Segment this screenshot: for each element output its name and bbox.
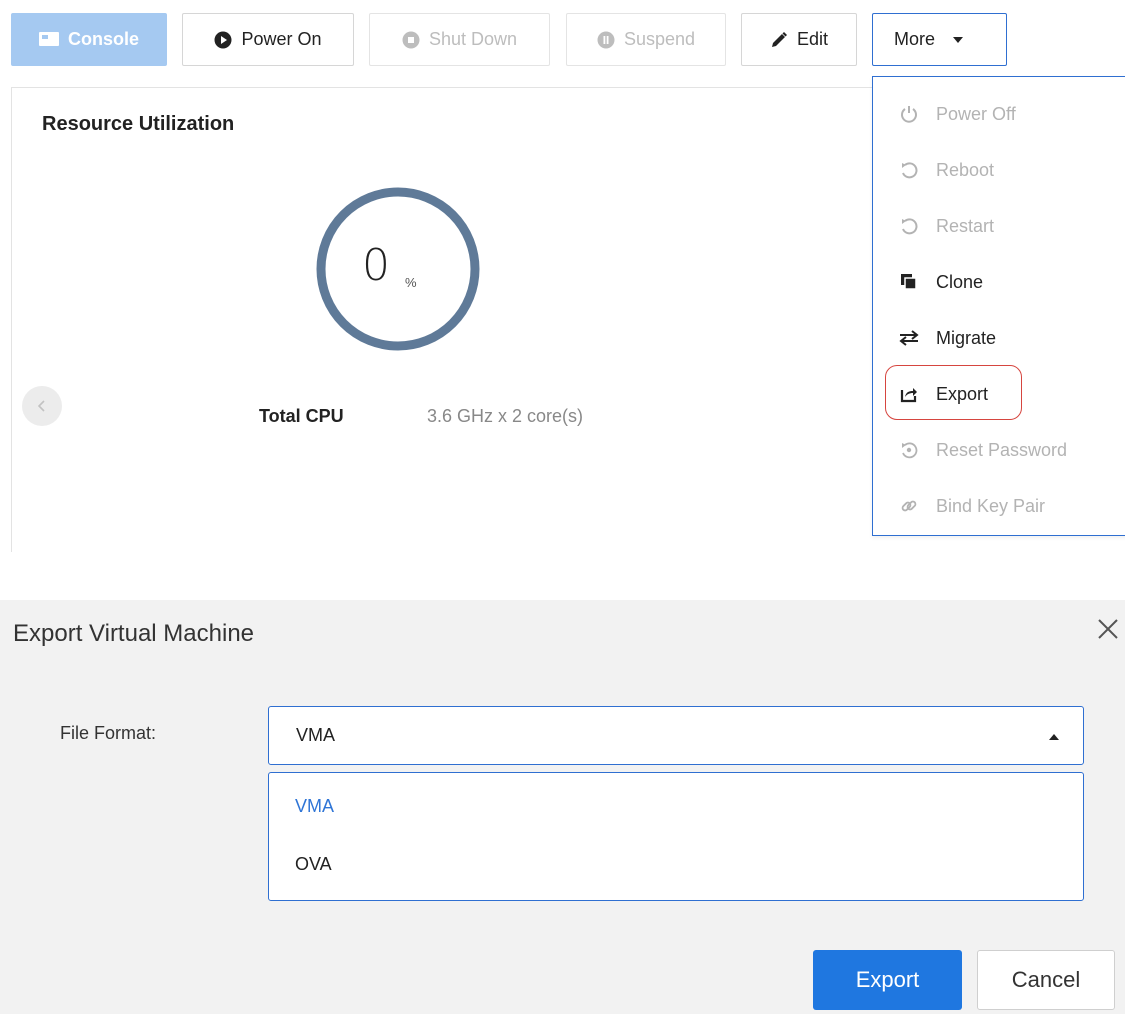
total-cpu-label: Total CPU [259,406,344,426]
monitor-icon [38,31,59,48]
menu-item-label: Bind Key Pair [936,495,1046,516]
total-cpu-value: 3.6 GHz x 2 core(s) [427,406,584,426]
menu-item-label: Power Off [936,103,1016,124]
console-label: Console [67,29,139,49]
menu-item-label: Clone [936,271,984,292]
stop-circle-icon [402,31,420,49]
cpu-gauge [314,185,482,353]
console-button[interactable]: Console [11,13,167,66]
power-on-label: Power On [241,29,322,49]
file-format-options: VMA OVA [268,772,1084,901]
more-label: More [894,29,936,49]
clone-icon [898,273,920,291]
menu-item-label: Restart [936,215,995,236]
option-vma[interactable]: VMA [295,796,334,817]
reboot-icon [898,161,920,179]
shut-down-label: Shut Down [428,29,518,49]
menu-item-power-off[interactable]: Power Off [873,94,1016,134]
suspend-label: Suspend [623,29,696,49]
caret-down-icon [953,36,964,43]
close-icon [1097,618,1119,640]
suspend-button[interactable]: Suspend [566,13,726,66]
file-format-select[interactable]: VMA [268,706,1084,765]
cpu-percent-unit: % [405,275,417,290]
previous-arrow-button[interactable] [22,386,62,426]
power-icon [898,105,920,123]
play-circle-icon [214,31,232,49]
menu-item-label: Reset Password [936,439,1068,460]
shut-down-button[interactable]: Shut Down [369,13,550,66]
edit-button[interactable]: Edit [741,13,857,66]
edit-label: Edit [796,29,829,49]
menu-item-migrate[interactable]: Migrate [873,318,996,358]
file-format-selected-value: VMA [296,725,336,745]
link-icon [898,497,920,515]
close-button[interactable] [1097,618,1119,640]
more-dropdown-button[interactable]: More [872,13,1007,66]
export-highlight-annotation [885,365,1022,420]
chevron-left-icon [38,400,46,412]
option-ova[interactable]: OVA [295,854,332,875]
cancel-button[interactable]: Cancel [977,950,1115,1010]
restart-icon [898,217,920,235]
dialog-title: Export Virtual Machine [13,620,255,647]
menu-item-restart[interactable]: Restart [873,206,994,246]
menu-item-label: Migrate [936,327,997,348]
menu-item-label: Reboot [936,159,995,180]
cpu-percent-value: 0 [362,240,390,291]
migrate-icon [898,330,920,346]
caret-up-icon [1049,734,1059,740]
menu-item-clone[interactable]: Clone [873,262,983,302]
pause-circle-icon [597,31,615,49]
pencil-icon [770,31,788,49]
file-format-label: File Format: [60,723,157,743]
menu-item-reboot[interactable]: Reboot [873,150,994,190]
resource-utilization-title: Resource Utilization [42,113,235,135]
power-on-button[interactable]: Power On [182,13,354,66]
reset-password-icon [898,441,920,459]
menu-item-bind-key-pair[interactable]: Bind Key Pair [873,486,1045,526]
more-dropdown-menu: Power Off Reboot Restart Clone Migrate E… [872,76,1125,536]
export-button[interactable]: Export [813,950,962,1010]
menu-item-reset-password[interactable]: Reset Password [873,430,1067,470]
